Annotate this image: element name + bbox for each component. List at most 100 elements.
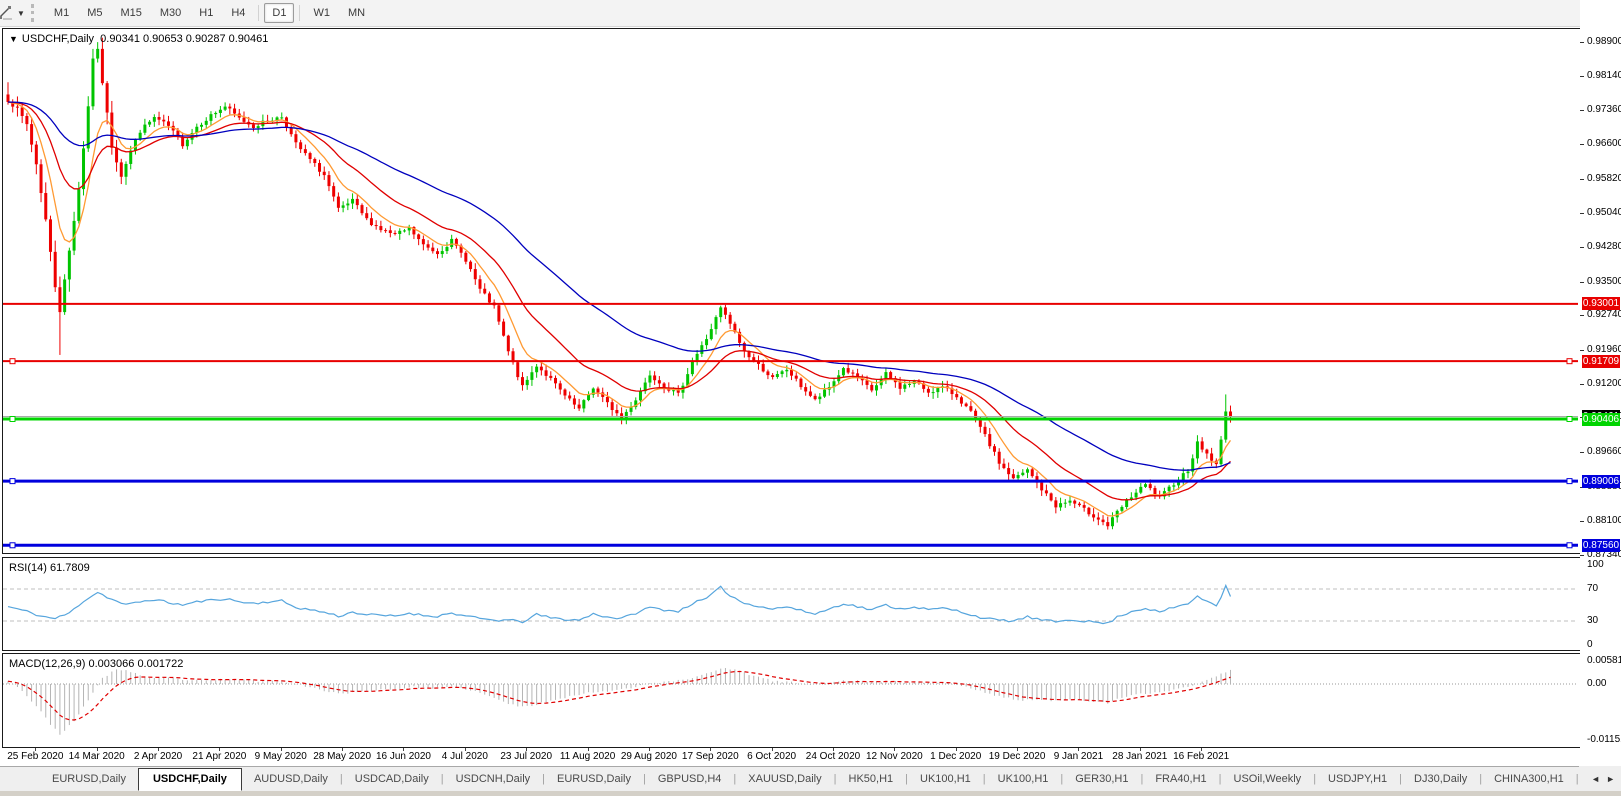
rsi-indicator-panel[interactable]: RSI(14) 61.7809 — [2, 557, 1581, 651]
date-tick-label: 9 Jan 2021 — [1054, 751, 1104, 762]
axis-tick-mark — [1580, 452, 1584, 453]
date-axis: 25 Feb 202014 Mar 20202 Apr 202021 Apr 2… — [2, 748, 1580, 766]
axis-tick-mark — [1580, 555, 1584, 556]
date-tick-label: 21 Apr 2020 — [192, 751, 246, 762]
axis-tick-mark — [1580, 315, 1584, 316]
line-drag-handle[interactable] — [10, 543, 15, 548]
timeframe-button-m1[interactable]: M1 — [46, 3, 77, 23]
price-axis: 0.989000.981400.973600.966000.958200.950… — [1580, 0, 1621, 796]
line-drag-handle[interactable] — [10, 417, 15, 422]
chart-tab-uk100-h1[interactable]: UK100,H1 — [908, 769, 983, 790]
toolbar-separator — [258, 5, 259, 21]
macd-canvas[interactable] — [3, 654, 1578, 745]
timeframe-button-h4[interactable]: H4 — [223, 3, 253, 23]
macd-signal-line — [8, 672, 1231, 721]
line-drag-handle[interactable] — [1567, 359, 1572, 364]
tab-scroll-right-icon[interactable]: ► — [1606, 774, 1615, 784]
date-tick-label: 14 Mar 2020 — [69, 751, 125, 762]
toolbar-grip[interactable] — [31, 4, 39, 22]
price-tick-label: 0.91960 — [1587, 344, 1621, 355]
rsi-line — [8, 586, 1231, 624]
timeframe-button-m15[interactable]: M15 — [112, 3, 149, 23]
date-tick-label: 17 Sep 2020 — [682, 751, 739, 762]
chart-tab-usdjpy-h1[interactable]: USDJPY,H1 — [1316, 769, 1399, 790]
line-drag-handle[interactable] — [1567, 479, 1572, 484]
date-tick-label: 28 May 2020 — [313, 751, 371, 762]
drawing-tool-icon[interactable] — [0, 4, 16, 22]
axis-tick-mark — [1580, 213, 1584, 214]
macd-value-main: 0.003066 — [88, 658, 134, 670]
chart-tab-hk50-h1[interactable]: HK50,H1 — [837, 769, 906, 790]
macd-value-signal: 0.001722 — [137, 658, 183, 670]
price-tick-label: 0.93500 — [1587, 276, 1621, 287]
macd-scale-label: 0.005818 — [1587, 655, 1621, 666]
chart-tab-usdchf-daily[interactable]: USDCHF,Daily — [138, 768, 242, 791]
line-drag-handle[interactable] — [1567, 417, 1572, 422]
price-tick-label: 0.96600 — [1587, 138, 1621, 149]
rsi-scale-label: 100 — [1587, 559, 1604, 570]
chart-tab-eurusd-daily[interactable]: EURUSD,Daily — [40, 769, 138, 790]
timeframe-button-d1[interactable]: D1 — [264, 3, 294, 23]
axis-tick-mark — [1580, 110, 1584, 111]
window-bottom-strip — [0, 791, 1621, 796]
ma-medium-line — [8, 102, 1231, 500]
symbol-dropdown-caret[interactable]: ▼ — [9, 34, 18, 44]
macd-scale-label: -0.011514 — [1587, 734, 1621, 745]
chart-tab-dj30-daily[interactable]: DJ30,Daily — [1402, 769, 1479, 790]
axis-tick-mark — [1580, 76, 1584, 77]
timeframe-button-m5[interactable]: M5 — [79, 3, 110, 23]
axis-tick-mark — [1580, 42, 1584, 43]
chart-tab-usoil-weekly[interactable]: USOil,Weekly — [1222, 769, 1314, 790]
date-tick-label: 6 Oct 2020 — [747, 751, 796, 762]
main-price-chart[interactable]: ▼ USDCHF,Daily 0.90341 0.90653 0.90287 0.… — [2, 28, 1581, 554]
price-tick-label: 0.88100 — [1587, 515, 1621, 526]
line-drag-handle[interactable] — [10, 359, 15, 364]
level-price-label: 0.89006 — [1582, 475, 1620, 488]
axis-tick-mark — [1580, 521, 1584, 522]
price-tick-label: 0.97360 — [1587, 104, 1621, 115]
price-tick-label: 0.95820 — [1587, 173, 1621, 184]
ma-slow-line — [8, 102, 1231, 470]
level-price-label: 0.90406 — [1582, 413, 1620, 426]
rsi-value: 61.7809 — [50, 562, 90, 574]
macd-indicator-panel[interactable]: MACD(12,26,9) 0.003066 0.001722 — [2, 653, 1581, 748]
chart-tab-usdcad-daily[interactable]: USDCAD,Daily — [343, 769, 441, 790]
rsi-scale-label: 70 — [1587, 583, 1598, 594]
date-tick-label: 24 Oct 2020 — [806, 751, 860, 762]
line-drag-handle[interactable] — [1567, 543, 1572, 548]
line-drag-handle[interactable] — [10, 479, 15, 484]
date-tick-label: 12 Nov 2020 — [866, 751, 923, 762]
tool-dropdown-caret[interactable]: ▼ — [17, 9, 25, 18]
chart-ohlc-values: 0.90341 0.90653 0.90287 0.90461 — [100, 33, 268, 45]
axis-tick-mark — [1580, 282, 1584, 283]
price-tick-label: 0.91200 — [1587, 378, 1621, 389]
chart-tab-gbpusd-h4[interactable]: GBPUSD,H4 — [646, 769, 734, 790]
rsi-name: RSI(14) — [9, 562, 47, 574]
macd-label-line: MACD(12,26,9) 0.003066 0.001722 — [9, 658, 183, 670]
chart-tab-audusd-daily[interactable]: AUDUSD,Daily — [242, 769, 340, 790]
axis-tick-mark — [1580, 247, 1584, 248]
level-price-label: 0.87560 — [1582, 539, 1620, 552]
chart-tab-ger30-h1[interactable]: GER30,H1 — [1063, 769, 1140, 790]
chart-symbol-title: USDCHF,Daily — [22, 33, 94, 45]
chart-tab-xauusd-daily[interactable]: XAUUSD,Daily — [736, 769, 833, 790]
timeframe-button-m30[interactable]: M30 — [152, 3, 189, 23]
price-tick-label: 0.92740 — [1587, 309, 1621, 320]
chart-tab-eurusd-daily[interactable]: EURUSD,Daily — [545, 769, 643, 790]
timeframe-button-w1[interactable]: W1 — [305, 3, 338, 23]
timeframe-button-h1[interactable]: H1 — [191, 3, 221, 23]
tab-scroll-left-icon[interactable]: ◄ — [1591, 774, 1600, 784]
date-tick-label: 9 May 2020 — [255, 751, 307, 762]
timeframe-button-mn[interactable]: MN — [340, 3, 373, 23]
chart-tab-uk100-h1[interactable]: UK100,H1 — [986, 769, 1061, 790]
date-tick-label: 16 Feb 2021 — [1173, 751, 1229, 762]
rsi-canvas[interactable] — [3, 558, 1578, 648]
macd-scale-label: 0.00 — [1587, 678, 1606, 689]
date-tick-label: 29 Aug 2020 — [621, 751, 677, 762]
candlestick-canvas[interactable] — [3, 29, 1578, 551]
axis-tick-mark — [1580, 384, 1584, 385]
chart-tab-china300-h1[interactable]: CHINA300,H1 — [1482, 769, 1576, 790]
chart-tab-fra40-h1[interactable]: FRA40,H1 — [1143, 769, 1218, 790]
price-tick-label: 0.98140 — [1587, 70, 1621, 81]
chart-tab-usdcnh-daily[interactable]: USDCNH,Daily — [444, 769, 543, 790]
